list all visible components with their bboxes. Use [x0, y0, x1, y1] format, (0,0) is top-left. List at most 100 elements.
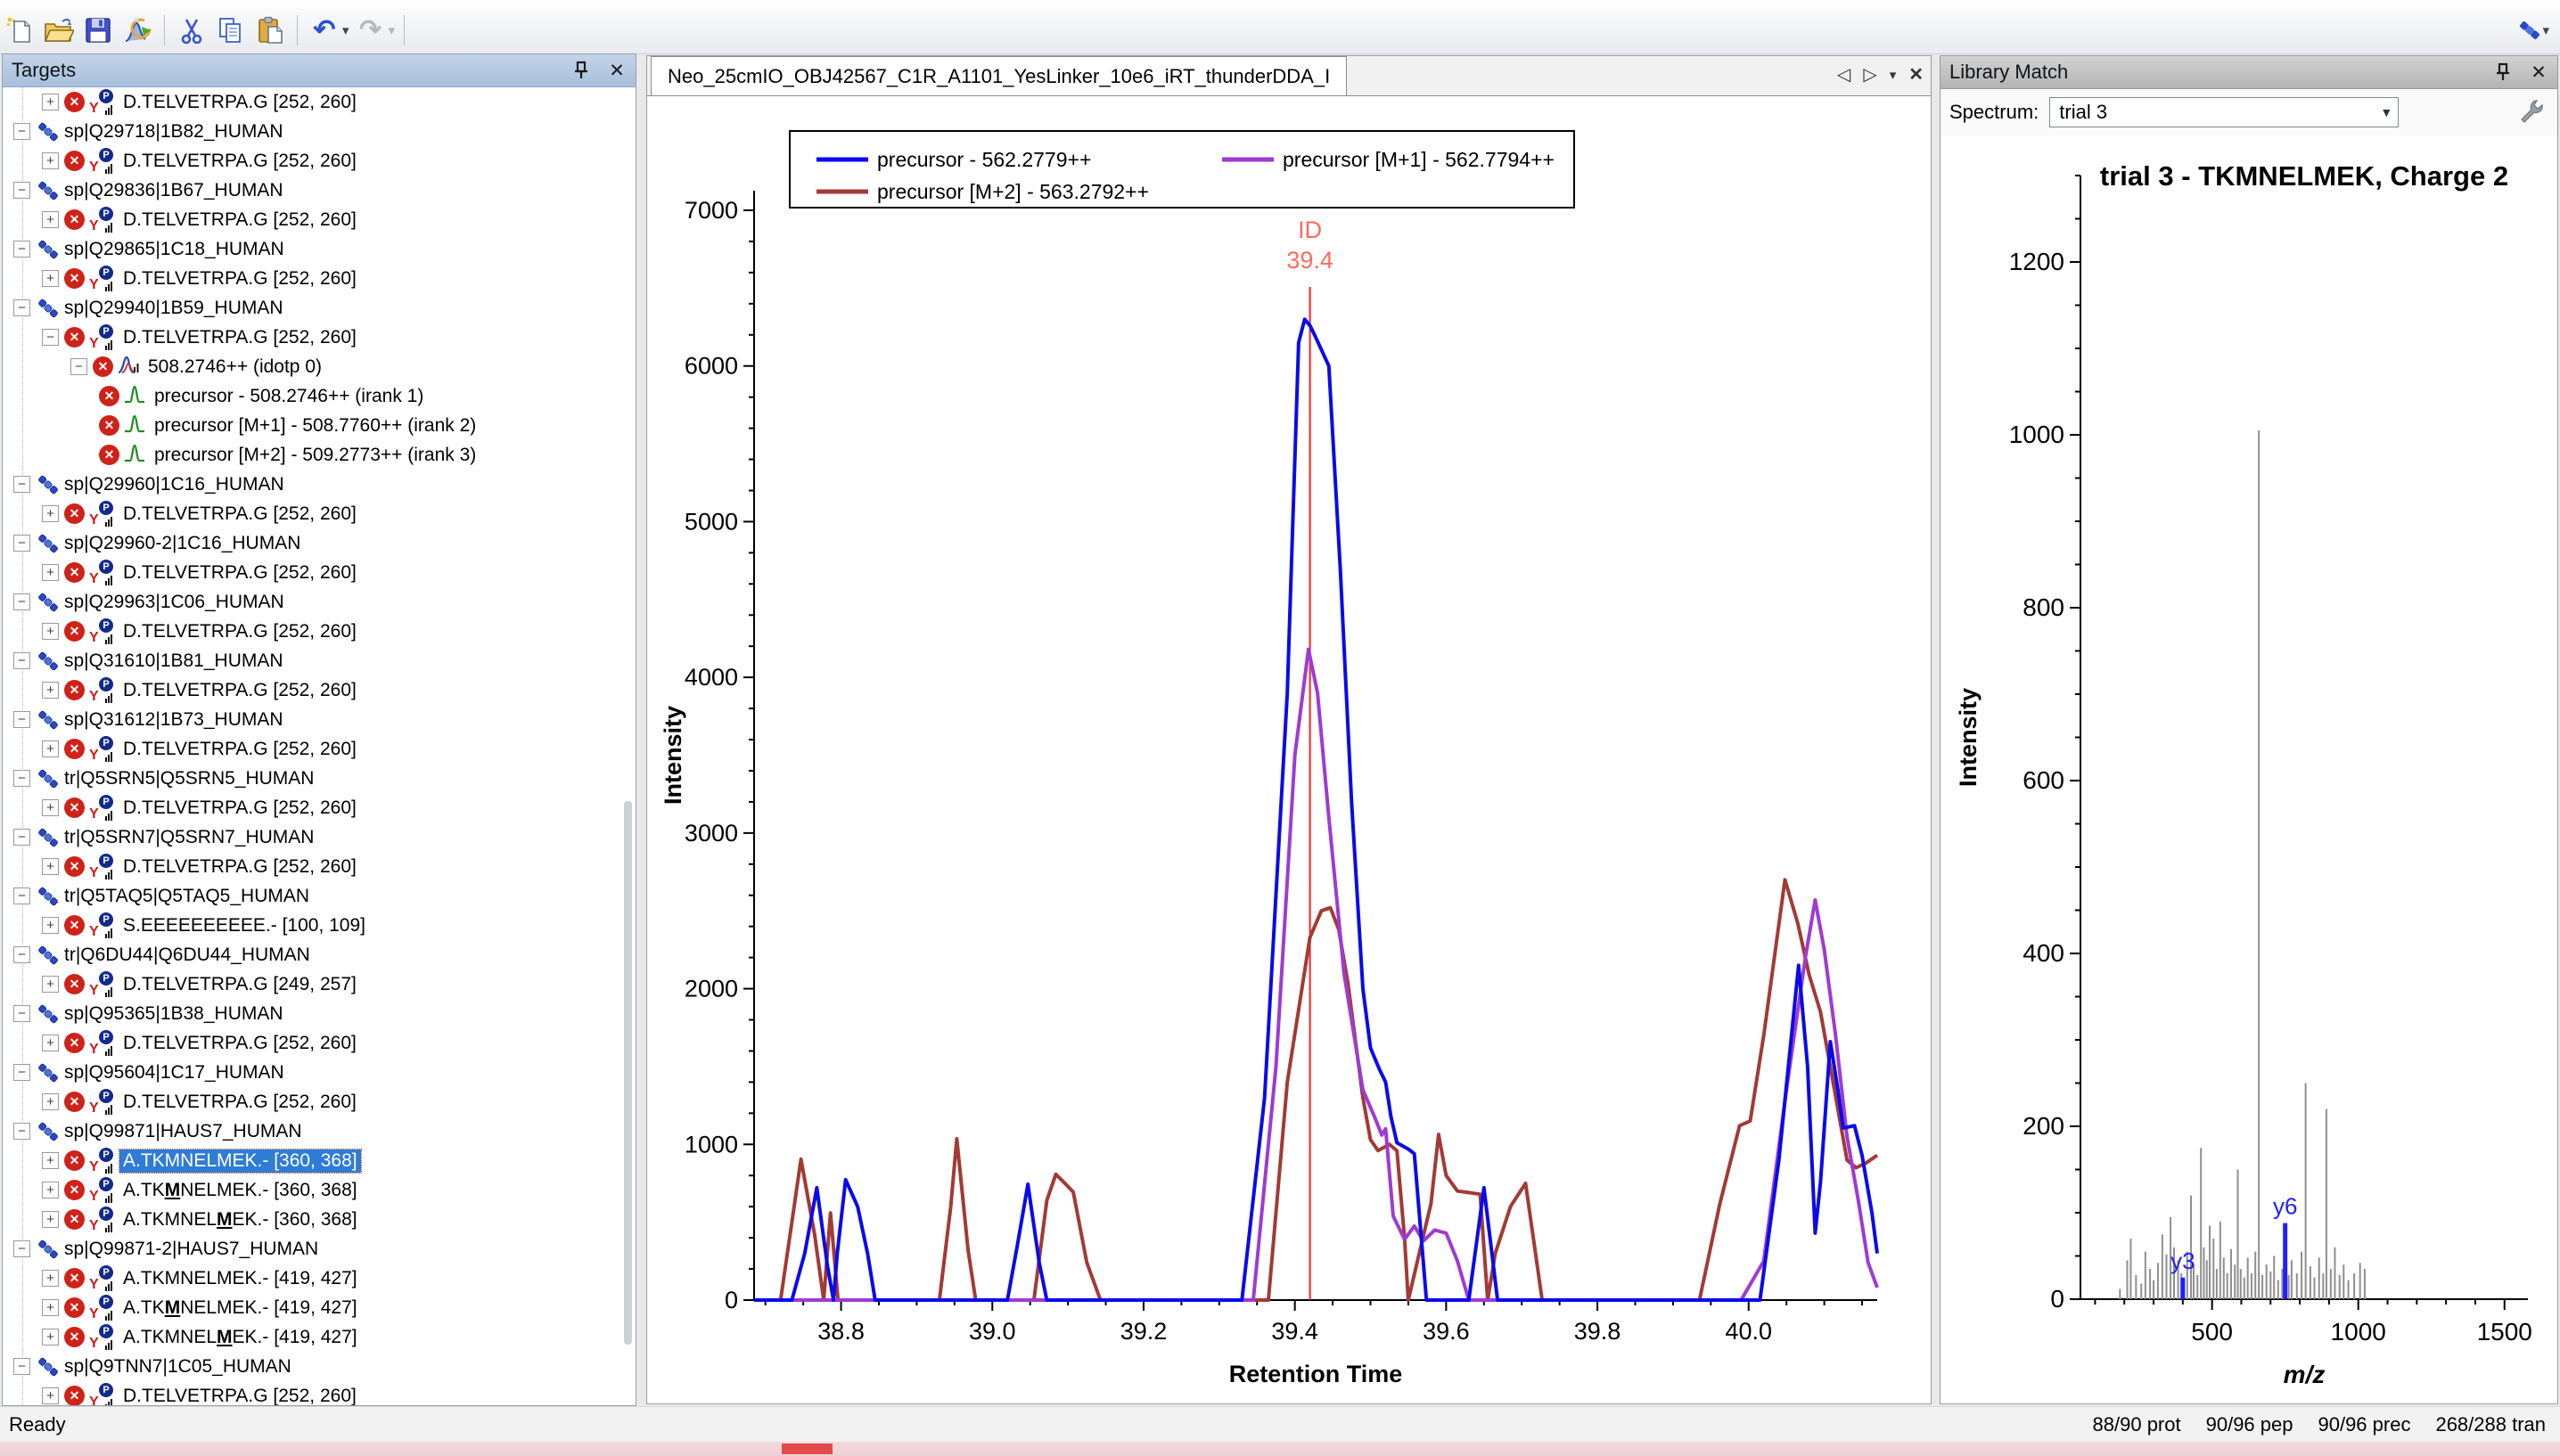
transition-row[interactable]: ✕precursor - 508.2746++ (irank 1) [3, 381, 636, 411]
collapse-icon[interactable]: − [13, 1240, 30, 1257]
targets-scrollbar[interactable] [624, 801, 632, 1345]
expand-icon[interactable]: + [42, 1093, 59, 1110]
expand-icon[interactable]: + [42, 740, 59, 757]
protein-row[interactable]: −sp|Q29960|1C16_HUMAN [3, 470, 636, 499]
new-document-button[interactable] [2, 12, 37, 48]
collapse-icon[interactable]: − [13, 241, 30, 258]
peptide-row[interactable]: +✕PYD.TELVETRPA.G [252, 260] [3, 499, 636, 528]
collapse-icon[interactable]: − [70, 358, 87, 375]
expand-icon[interactable]: + [42, 1182, 59, 1198]
library-spectrum-chart[interactable]: trial 3 - TKMNELMEK, Charge 250010001500… [1941, 135, 2557, 1401]
protein-row[interactable]: −tr|Q5SRN7|Q5SRN7_HUMAN [3, 822, 636, 852]
peptide-row[interactable]: +✕PYA.TKMNELMEK.- [419, 427] [3, 1264, 636, 1293]
peptide-row[interactable]: +✕PYD.TELVETRPA.G [252, 260] [3, 1381, 636, 1405]
chromatogram-chart[interactable]: 38.839.039.239.439.639.840.0010002000300… [647, 95, 1931, 1403]
collapse-icon[interactable]: − [13, 770, 30, 787]
collapse-icon[interactable]: − [13, 1358, 30, 1375]
expand-icon[interactable]: + [42, 1299, 59, 1316]
peptide-row[interactable]: +✕PYD.TELVETRPA.G [252, 260] [3, 675, 636, 705]
prev-chart-icon[interactable]: ◁ [1837, 63, 1850, 86]
save-button[interactable] [80, 12, 116, 48]
protein-row[interactable]: −sp|Q31612|1B73_HUMAN [3, 705, 636, 734]
collapse-icon[interactable]: − [42, 329, 59, 346]
peptide-row[interactable]: +✕PYD.TELVETRPA.G [252, 260] [3, 87, 636, 117]
collapse-icon[interactable]: − [13, 593, 30, 610]
expand-icon[interactable]: + [42, 1152, 59, 1169]
expand-icon[interactable]: + [42, 1211, 59, 1228]
peptide-row[interactable]: +✕PYD.TELVETRPA.G [252, 260] [3, 264, 636, 293]
protein-row[interactable]: −tr|Q5TAQ5|Q5TAQ5_HUMAN [3, 881, 636, 911]
protein-row[interactable]: −sp|Q9TNN7|1C05_HUMAN [3, 1352, 636, 1381]
peptide-row[interactable]: +✕PYD.TELVETRPA.G [252, 260] [3, 617, 636, 646]
collapse-icon[interactable]: − [13, 1064, 30, 1081]
expand-icon[interactable]: + [42, 152, 59, 169]
expand-icon[interactable]: + [42, 564, 59, 581]
expand-icon[interactable]: + [42, 1035, 59, 1051]
undo-button[interactable]: ↶ [307, 12, 342, 48]
peptide-row[interactable]: +✕PYA.TKMNELMEK.- [360, 368] [3, 1205, 636, 1234]
redo-button[interactable]: ↷ [353, 12, 389, 48]
collapse-icon[interactable]: − [13, 123, 30, 140]
expand-icon[interactable]: + [42, 1270, 59, 1287]
chart-menu-caret-icon[interactable]: ▾ [1890, 67, 1897, 83]
expand-icon[interactable]: + [42, 1329, 59, 1346]
protein-row[interactable]: −sp|Q95604|1C17_HUMAN [3, 1058, 636, 1087]
toolbar-overflow-caret[interactable]: ▾ [2542, 22, 2549, 38]
expand-icon[interactable]: + [42, 917, 59, 934]
next-chart-icon[interactable]: ▷ [1863, 63, 1876, 86]
redo-dropdown-caret[interactable]: ▾ [389, 22, 396, 38]
expand-icon[interactable]: + [42, 858, 59, 875]
protein-row[interactable]: −sp|Q99871|HAUS7_HUMAN [3, 1117, 636, 1146]
collapse-icon[interactable]: − [13, 1005, 30, 1022]
spectrum-settings-wrench-icon[interactable] [2518, 98, 2545, 129]
peptide-row[interactable]: +✕PYA.TKMNELMEK.- [360, 368] [3, 1175, 636, 1205]
spectrum-combobox[interactable]: trial 3 ▼ [2049, 97, 2399, 127]
protein-row[interactable]: −sp|Q31610|1B81_HUMAN [3, 646, 636, 675]
peptide-row[interactable]: +✕PYD.TELVETRPA.G [252, 260] [3, 734, 636, 764]
collapse-icon[interactable]: − [13, 888, 30, 904]
expand-icon[interactable]: + [42, 1387, 59, 1404]
close-icon[interactable]: ✕ [2527, 61, 2550, 84]
protein-row[interactable]: −sp|Q29940|1B59_HUMAN [3, 293, 636, 323]
close-icon[interactable]: ✕ [605, 59, 628, 82]
collapse-icon[interactable]: − [13, 299, 30, 316]
open-file-button[interactable] [41, 12, 77, 48]
import-results-button[interactable] [119, 12, 155, 48]
collapse-icon[interactable]: − [13, 182, 30, 199]
peptide-row[interactable]: +✕PYD.TELVETRPA.G [252, 260] [3, 205, 636, 234]
collapse-icon[interactable]: − [13, 946, 30, 963]
peptide-chain-icon[interactable] [2515, 16, 2544, 45]
protein-row[interactable]: −sp|Q99871-2|HAUS7_HUMAN [3, 1234, 636, 1264]
precursor-row[interactable]: −✕508.2746++ (idotp 0) [3, 352, 636, 381]
peptide-row[interactable]: +✕PYA.TKMNELMEK.- [360, 368] [3, 1146, 636, 1175]
collapse-icon[interactable]: − [13, 652, 30, 669]
collapse-icon[interactable]: − [13, 711, 30, 728]
peptide-row[interactable]: −✕PYD.TELVETRPA.G [252, 260] [3, 323, 636, 352]
protein-row[interactable]: −tr|Q5SRN5|Q5SRN5_HUMAN [3, 764, 636, 793]
peptide-row[interactable]: +✕PYD.TELVETRPA.G [252, 260] [3, 852, 636, 881]
protein-row[interactable]: −sp|Q29718|1B82_HUMAN [3, 117, 636, 146]
collapse-icon[interactable]: − [13, 829, 30, 846]
peptide-row[interactable]: +✕PYD.TELVETRPA.G [252, 260] [3, 1087, 636, 1117]
close-chart-icon[interactable]: ✕ [1908, 63, 1924, 86]
transition-row[interactable]: ✕precursor [M+2] - 509.2773++ (irank 3) [3, 440, 636, 470]
protein-row[interactable]: −sp|Q95365|1B38_HUMAN [3, 999, 636, 1028]
targets-tree[interactable]: +✕PYD.TELVETRPA.G [252, 260]−sp|Q29718|1… [3, 87, 636, 1405]
paste-button[interactable] [252, 12, 288, 48]
expand-icon[interactable]: + [42, 270, 59, 287]
peptide-row[interactable]: +✕PYA.TKMNELMEK.- [419, 427] [3, 1322, 636, 1352]
peptide-row[interactable]: +✕PYD.TELVETRPA.G [249, 257] [3, 969, 636, 999]
peptide-row[interactable]: +✕PYD.TELVETRPA.G [252, 260] [3, 793, 636, 822]
collapse-icon[interactable]: − [13, 535, 30, 552]
peptide-row[interactable]: +✕PYS.EEEEEEEEEE.- [100, 109] [3, 911, 636, 940]
transition-row[interactable]: ✕precursor [M+1] - 508.7760++ (irank 2) [3, 411, 636, 440]
collapse-icon[interactable]: − [13, 476, 30, 493]
protein-row[interactable]: −sp|Q29960-2|1C16_HUMAN [3, 528, 636, 558]
expand-icon[interactable]: + [42, 976, 59, 993]
copy-button[interactable] [213, 12, 249, 48]
chart-tab[interactable]: Neo_25cmIO_OBJ42567_C1R_A1101_YesLinker_… [651, 56, 1347, 95]
expand-icon[interactable]: + [42, 94, 59, 110]
peptide-row[interactable]: +✕PYD.TELVETRPA.G [252, 260] [3, 1028, 636, 1058]
expand-icon[interactable]: + [42, 505, 59, 522]
protein-row[interactable]: −sp|Q29963|1C06_HUMAN [3, 587, 636, 617]
